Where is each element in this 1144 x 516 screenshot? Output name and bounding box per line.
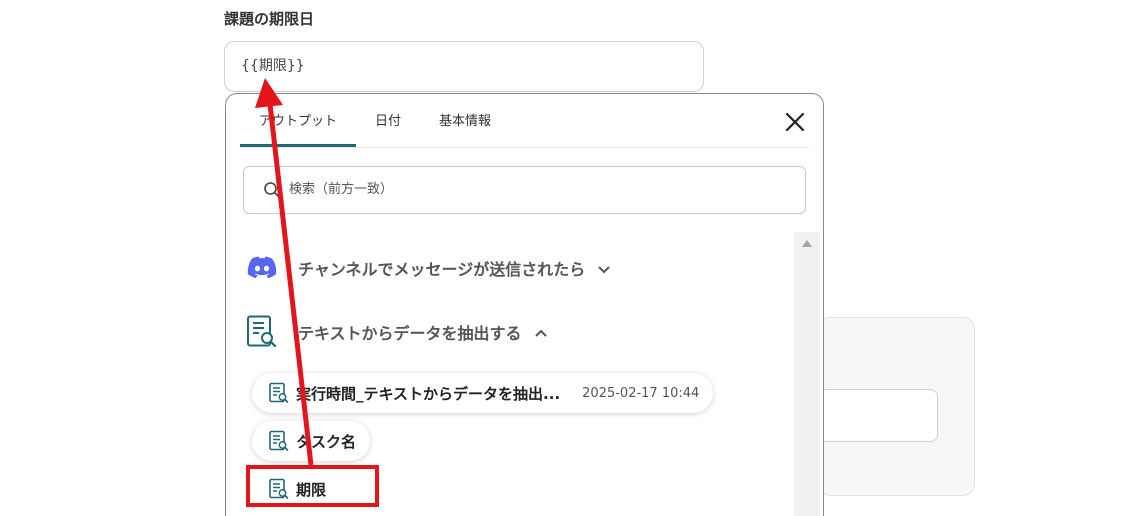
group-extract-data[interactable]: テキストからデータを抽出する xyxy=(246,315,548,348)
item-name: 実行時間_テキストからデータを抽出... xyxy=(296,384,561,403)
group-title: チャンネルでメッセージが送信されたら xyxy=(298,260,586,279)
group-discord-trigger[interactable]: チャンネルでメッセージが送信されたら xyxy=(246,252,611,284)
search-input[interactable]: 検索（前方一致） xyxy=(243,166,806,214)
tab-date[interactable]: 日付 xyxy=(356,94,420,147)
document-search-icon xyxy=(268,382,290,404)
tab-basic-info[interactable]: 基本情報 xyxy=(420,94,510,147)
scrollbar[interactable] xyxy=(794,232,820,516)
document-search-icon xyxy=(268,430,290,452)
tab-divider xyxy=(240,147,809,148)
chevron-up-icon xyxy=(534,325,548,339)
discord-icon xyxy=(246,252,278,284)
item-name: タスク名 xyxy=(296,432,357,451)
due-date-input[interactable]: {{期限}} xyxy=(224,41,704,92)
output-item-execution-time[interactable]: 実行時間_テキストからデータを抽出... 2025-02-17 10:44 xyxy=(252,373,714,413)
field-label-due-date: 課題の期限日 xyxy=(224,10,315,28)
popup-tabs: アウトプット 日付 基本情報 xyxy=(240,94,510,147)
search-placeholder: 検索（前方一致） xyxy=(289,182,394,197)
output-item-task-name[interactable]: タスク名 xyxy=(252,421,371,461)
tab-output[interactable]: アウトプット xyxy=(240,94,357,147)
annotation-highlight-box xyxy=(246,465,379,507)
item-value: 2025-02-17 10:44 xyxy=(582,385,700,401)
search-icon xyxy=(263,181,281,199)
group-title: テキストからデータを抽出する xyxy=(298,324,522,343)
chevron-down-icon xyxy=(597,261,611,275)
background-input[interactable] xyxy=(818,389,938,442)
output-picker-popup: アウトプット 日付 基本情報 検索（前方一致） チャンネルでメッセージが送信され… xyxy=(225,93,824,516)
document-search-icon xyxy=(246,315,278,348)
scroll-up-arrow-icon[interactable] xyxy=(802,240,812,247)
close-icon[interactable] xyxy=(783,110,807,134)
